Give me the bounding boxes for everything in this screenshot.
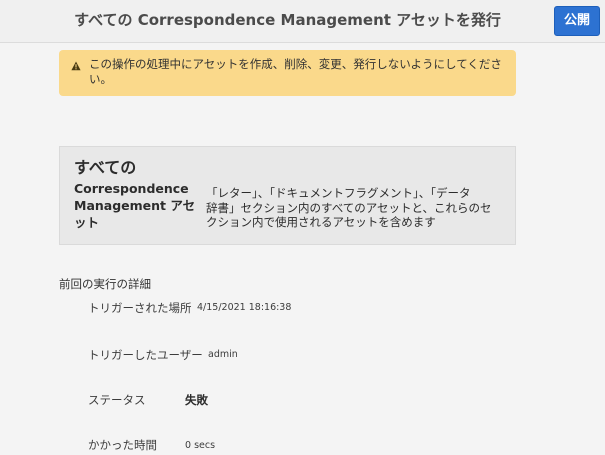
asset-scope-card: すべての Correspondence Management アセ ット 「レタ… — [59, 146, 516, 245]
last-run-details-title: 前回の実行の詳細 — [59, 277, 151, 291]
status-value: 失敗 — [185, 393, 208, 407]
duration-value: 0 secs — [185, 440, 216, 451]
card-title-line-2: Correspondence — [74, 181, 189, 196]
triggered-at-label: トリガーされた場所 — [88, 301, 192, 315]
status-label: ステータス — [88, 393, 146, 407]
publish-button[interactable]: 公開 — [554, 6, 600, 36]
triggered-at-value: 4/15/2021 18:16:38 — [197, 302, 292, 313]
card-title-line-1: すべての — [74, 158, 137, 177]
triggered-by-label: トリガーしたユーザー — [88, 348, 203, 362]
card-title-line-4: ット — [74, 215, 100, 230]
card-desc-line-2: 辞書」セクション内のすべてのアセットと、これらのセ — [206, 200, 492, 215]
card-desc-line-3: クション内で使用されるアセットを含めます — [206, 215, 436, 229]
triggered-by-value: admin — [208, 349, 238, 360]
top-header: すべての Correspondence Management アセットを発行 公… — [0, 0, 605, 43]
card-title-rest: Correspondence Management アセ ット — [74, 180, 198, 231]
card-title-line-3: Management アセ — [74, 198, 196, 213]
warning-icon — [71, 61, 81, 71]
warning-alert: この操作の処理中にアセットを作成、削除、変更、発行しないようにしてくださ い。 — [59, 50, 516, 96]
page-title: すべての Correspondence Management アセットを発行 — [74, 11, 501, 29]
alert-text-line-2: い。 — [89, 72, 112, 86]
duration-label: かかった時間 — [88, 438, 157, 452]
card-description: 「レター」、「ドキュメントフラグメント」、「データ 辞書」セクション内のすべての… — [206, 186, 502, 230]
card-desc-line-1: 「レター」、「ドキュメントフラグメント」、「データ — [206, 186, 471, 200]
alert-text-line-1: この操作の処理中にアセットを作成、削除、変更、発行しないようにしてくださ — [89, 57, 502, 71]
